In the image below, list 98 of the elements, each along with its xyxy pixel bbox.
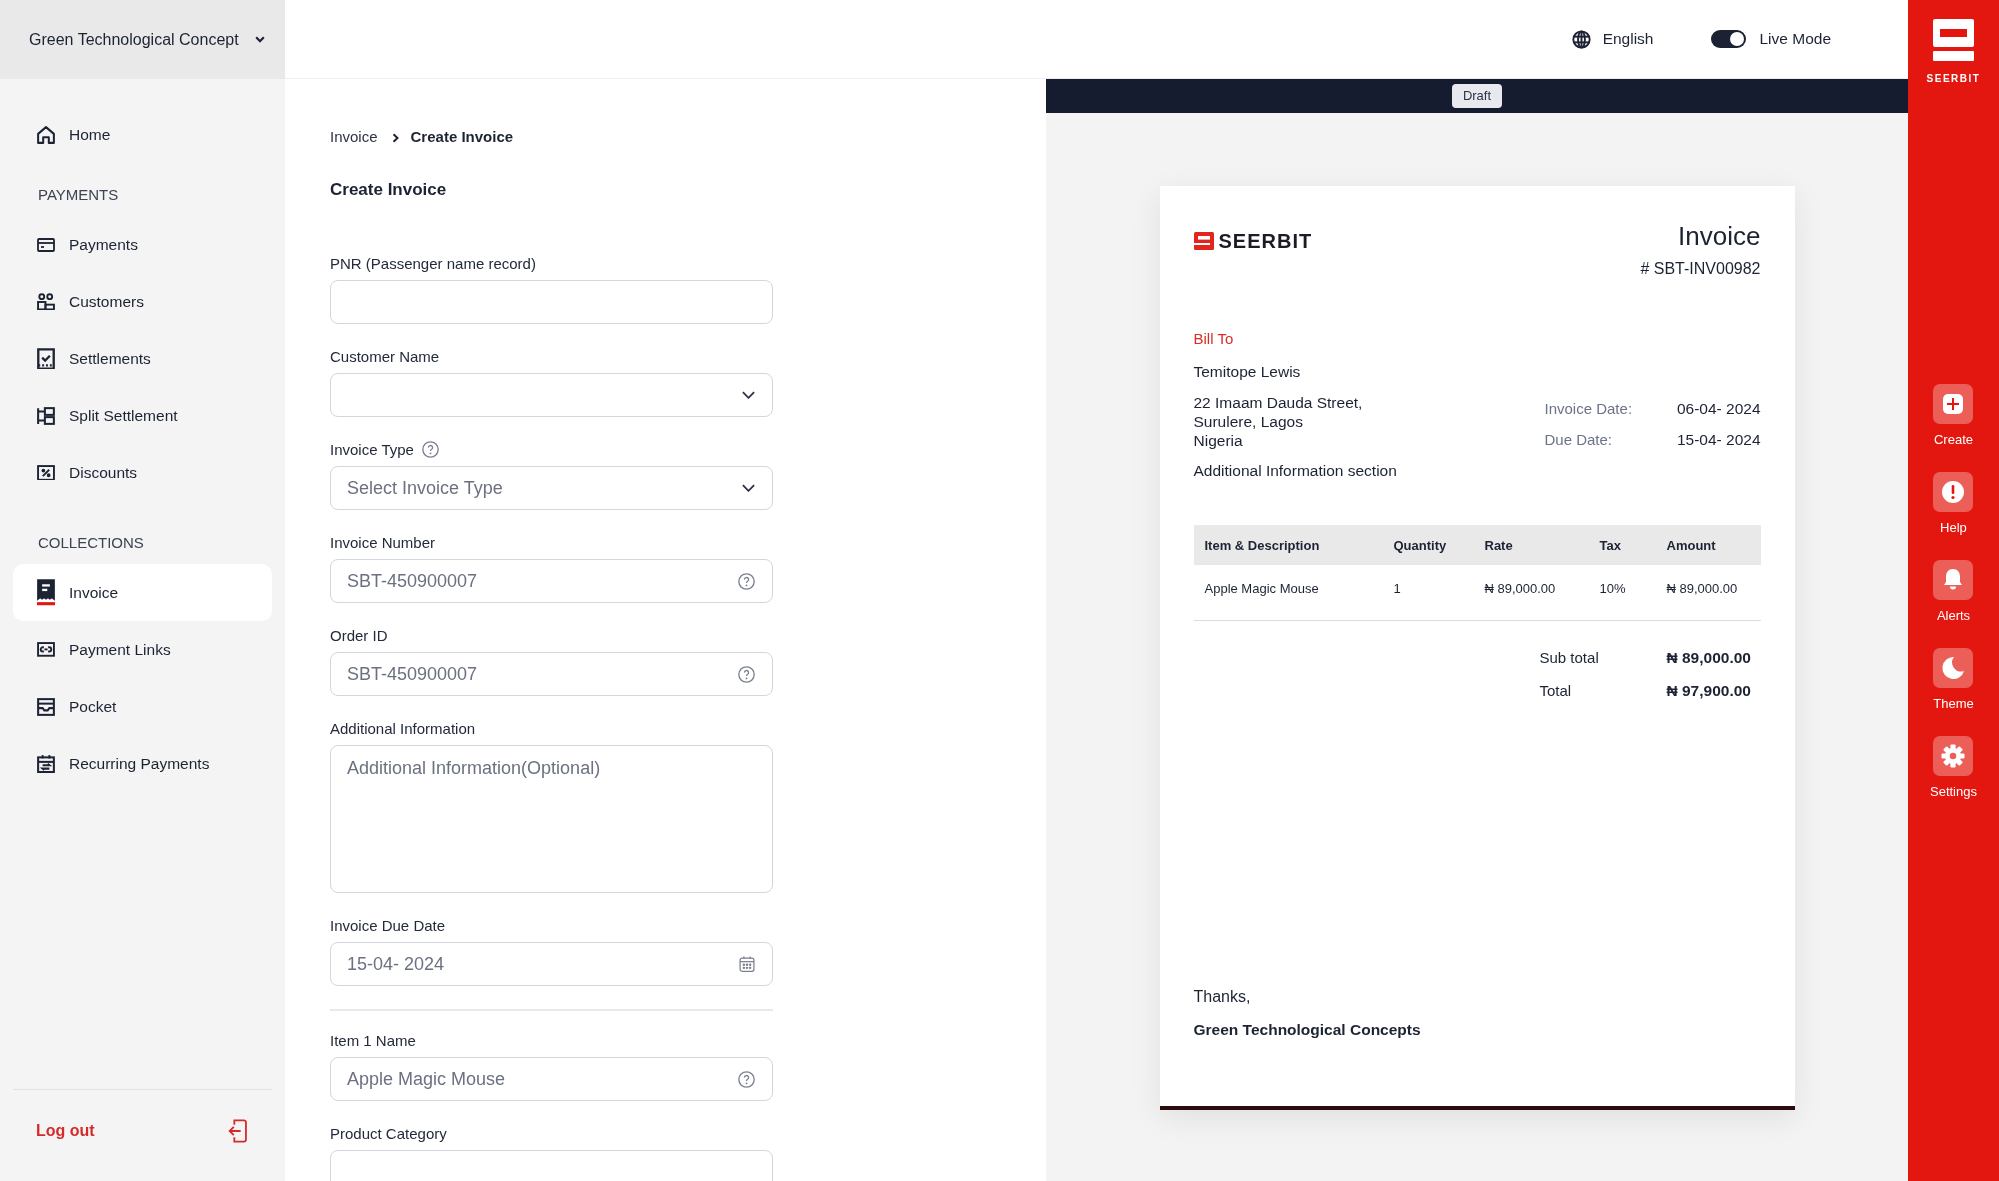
field-label: PNR (Passenger name record) — [330, 254, 536, 272]
toggle-label: Live Mode — [1759, 30, 1831, 48]
logout-icon — [228, 1119, 247, 1143]
hierarchy-icon — [37, 406, 55, 425]
organization-dropdown[interactable]: Green Technological Concept — [0, 0, 285, 79]
section-heading: PAYMENTS — [38, 185, 119, 205]
settings-button[interactable]: Settings — [1930, 736, 1977, 800]
nav-item[interactable]: Payment Links — [13, 621, 272, 678]
people-icon — [37, 292, 55, 311]
moon-icon — [1933, 648, 1974, 688]
table-cell: 10% — [1599, 580, 1626, 598]
breadcrumb-current: Create Invoice — [410, 128, 514, 146]
dropdown-field[interactable] — [330, 373, 773, 417]
section-label: Bill To — [1193, 330, 1234, 348]
column-header: Item & Description — [1203, 537, 1320, 553]
total-value: ₦ 89,000.00 — [1666, 649, 1751, 667]
nav-item[interactable]: Customers — [13, 273, 272, 330]
tray-icon — [37, 697, 55, 716]
create-button[interactable]: Create — [1930, 384, 1977, 448]
brand-name: SEERBIT — [1218, 231, 1313, 251]
invoice-number: # SBT-INV00982 — [1640, 259, 1761, 279]
signature-text: Green Technological Concepts — [1193, 1020, 1421, 1040]
field-label: Item 1 Name — [330, 1031, 416, 1049]
exclamation-icon — [1933, 472, 1974, 512]
field-label: Invoice Type — [330, 440, 414, 458]
field-label: Invoice Due Date — [330, 916, 446, 934]
nav-item[interactable]: Pocket — [13, 678, 272, 735]
input-field[interactable]: SBT-450900007 — [330, 559, 773, 603]
link-icon — [37, 642, 55, 657]
plus-icon — [1933, 384, 1974, 424]
toggle-switch[interactable] — [1711, 30, 1747, 48]
chevron-down-icon — [254, 36, 265, 43]
nav-item[interactable]: Home — [13, 106, 272, 163]
breadcrumb-link[interactable]: Invoice — [330, 128, 378, 146]
field-label: Product Category — [330, 1124, 447, 1142]
status-badge: Draft — [1451, 84, 1503, 108]
house-icon — [37, 125, 55, 144]
nav-item[interactable]: Settlements — [13, 330, 272, 387]
column-header: Quantity — [1393, 537, 1447, 553]
column-header: Tax — [1599, 537, 1621, 553]
chevron-down-icon — [742, 484, 755, 492]
date-field[interactable]: 15-04- 2024 — [330, 942, 773, 986]
customer-name: Temitope Lewis — [1193, 363, 1301, 381]
text-area[interactable]: Additional Information(Optional) — [330, 745, 773, 893]
alerts-button[interactable]: Alerts — [1930, 560, 1977, 624]
brand-name: SEERBIT — [1926, 73, 1981, 85]
date-label: Due Date: — [1544, 430, 1614, 449]
input-field[interactable] — [330, 280, 773, 324]
input-field[interactable]: SBT-450900007 — [330, 652, 773, 696]
input-field[interactable]: Apple Magic Mouse — [330, 1057, 773, 1101]
total-label: Sub total — [1539, 649, 1599, 667]
logout-button[interactable]: Log out — [36, 1119, 249, 1143]
section-heading: COLLECTIONS — [38, 533, 144, 553]
address-line: 22 Imaam Dauda Street, — [1193, 393, 1363, 412]
field-label: Customer Name — [330, 347, 440, 365]
help-button[interactable]: Help — [1930, 472, 1977, 536]
page-title: Create Invoice — [330, 179, 447, 201]
logo-mark-icon — [1193, 232, 1214, 250]
card-icon — [37, 237, 55, 252]
input-field[interactable] — [330, 1150, 773, 1181]
date-label: Invoice Date: — [1544, 399, 1634, 418]
chevron-down-icon — [742, 391, 755, 399]
nav-item[interactable]: Invoice — [13, 564, 272, 621]
dropdown-field[interactable]: Select Invoice Type — [330, 466, 773, 510]
field-label: Invoice Number — [330, 533, 436, 551]
total-value: ₦ 97,900.00 — [1666, 682, 1751, 700]
calendar-icon — [739, 956, 755, 972]
theme-button[interactable]: Theme — [1930, 648, 1977, 712]
field-label: Order ID — [330, 626, 388, 644]
nav-item[interactable]: Recurring Payments — [13, 735, 272, 792]
nav-item[interactable]: Discounts — [13, 444, 272, 501]
logo-mark-icon — [1933, 19, 1974, 61]
address-line: Surulere, Lagos — [1193, 412, 1303, 431]
gear-icon — [1933, 736, 1974, 776]
note-text: Additional Information section — [1193, 461, 1397, 480]
globe-icon — [1571, 29, 1591, 49]
language-selector[interactable]: English — [1571, 29, 1654, 49]
table-cell: 1 — [1393, 580, 1401, 598]
percent-icon — [37, 464, 55, 481]
address-line: Nigeria — [1193, 431, 1243, 450]
calendar-repeat-icon — [37, 753, 55, 774]
chevron-right-icon — [391, 133, 399, 143]
invoice-title: Invoice — [1678, 221, 1761, 251]
total-label: Total — [1539, 682, 1572, 700]
column-header: Rate — [1484, 537, 1513, 553]
nav-item[interactable]: Split Settlement — [13, 387, 272, 444]
receipt-icon — [37, 579, 55, 606]
table-cell-text: Apple Magic Mouse — [1203, 580, 1319, 598]
bell-icon — [1933, 560, 1974, 600]
field-label: Additional Information — [330, 719, 476, 737]
date-value: 15-04- 2024 — [1675, 430, 1761, 449]
nav-item[interactable]: Payments — [13, 216, 272, 273]
closing-text: Thanks, — [1193, 987, 1251, 1007]
table-cell: ₦ 89,000.00 — [1666, 580, 1738, 598]
table-cell: ₦ 89,000.00 — [1484, 580, 1556, 598]
receipt-check-icon — [37, 347, 55, 370]
date-value: 06-04- 2024 — [1675, 399, 1761, 418]
column-header: Amount — [1666, 537, 1716, 553]
